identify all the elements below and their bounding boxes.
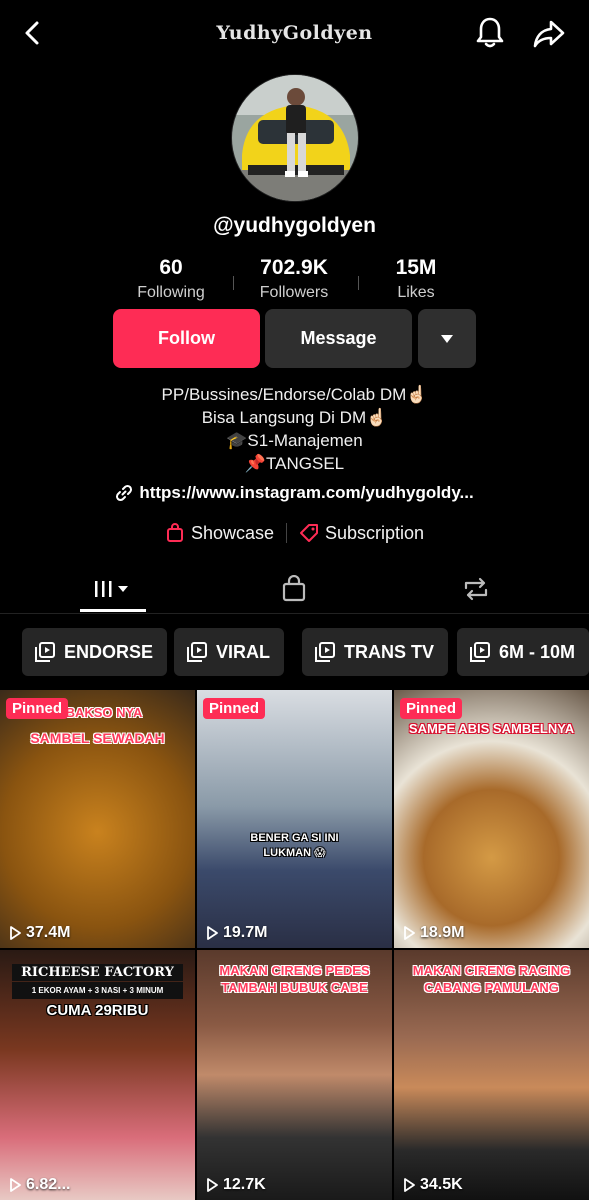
playlist-chips: ENDORSE VIRAL TRANS TV 6M - 10M	[0, 628, 589, 676]
caret-down-icon	[441, 334, 453, 343]
link-icon	[116, 484, 133, 502]
stat-value: 60	[159, 256, 183, 279]
play-outline-icon	[207, 1178, 218, 1192]
playlist-icon	[187, 642, 207, 662]
videos-grid-icon	[95, 581, 128, 597]
shopping-bag-icon	[166, 523, 183, 542]
stat-value: 15M	[395, 256, 437, 279]
video-thumbnail[interactable]: MAKAN CIRENG RACING CABANG PAMULANG 34.5…	[394, 950, 589, 1200]
pinned-badge: Pinned	[400, 698, 463, 719]
video-thumbnail[interactable]: RICHEESE FACTORY 1 EKOR AYAM + 3 NASI + …	[0, 950, 195, 1200]
play-outline-icon	[10, 926, 21, 940]
share-arrow-icon[interactable]	[532, 18, 566, 50]
subscription-label: Subscription	[325, 522, 425, 543]
playlist-icon	[35, 642, 55, 662]
more-dropdown-button[interactable]	[418, 309, 476, 368]
top-bar: YudhyGoldyen	[0, 0, 589, 70]
stat-label: Likes	[397, 284, 435, 301]
pinned-badge: Pinned	[6, 698, 69, 719]
video-thumbnail[interactable]: BENER GA SI INI LUKMAN 😱 Pinned 19.7M	[197, 690, 392, 948]
showcase-label: Showcase	[190, 522, 274, 543]
message-button[interactable]: Message	[265, 309, 412, 368]
view-count-label: 18.9M	[420, 924, 465, 941]
view-count: 12.7K	[205, 1176, 266, 1194]
view-count: 6.82...	[8, 1176, 70, 1194]
profile-link[interactable]: https://www.instagram.com/yudhygoldy...	[0, 483, 589, 503]
shopping-bag-icon	[282, 575, 306, 602]
bell-icon[interactable]	[474, 16, 506, 50]
view-count: 34.5K	[402, 1176, 463, 1194]
stat-likes[interactable]: 15M Likes	[346, 256, 486, 302]
profile-stats: 60 Following 702.9K Followers 15M Likes	[0, 256, 589, 306]
video-thumbnail[interactable]: SAMPE ABIS SAMBELNYA Pinned 18.9M	[394, 690, 589, 948]
play-outline-icon	[10, 1178, 21, 1192]
repost-icon	[464, 577, 488, 601]
video-caption: CABANG PAMULANG	[424, 980, 559, 995]
play-outline-icon	[404, 1178, 415, 1192]
video-thumbnail[interactable]: N BAKSO NYA SAMBEL SEWADAH Pinned 37.4M	[0, 690, 195, 948]
stat-label: Followers	[259, 284, 329, 301]
bio-line: 📌TANGSEL	[244, 454, 345, 473]
play-outline-icon	[207, 926, 218, 940]
video-grid: N BAKSO NYA SAMBEL SEWADAH Pinned 37.4M …	[0, 690, 589, 1200]
playlist-chip[interactable]: ENDORSE	[22, 628, 168, 676]
view-count-label: 37.4M	[26, 924, 71, 941]
video-caption: SAMBEL SEWADAH	[30, 730, 165, 746]
stat-following[interactable]: 60 Following	[101, 256, 241, 302]
video-thumbnail[interactable]: MAKAN CIRENG PEDES TAMBAH BUBUK CABE 12.…	[197, 950, 392, 1200]
playlist-chip[interactable]: 6M - 10M	[457, 628, 589, 676]
view-count-label: 34.5K	[420, 1176, 463, 1193]
avatar[interactable]	[231, 74, 359, 202]
video-caption: RICHEESE FACTORY	[12, 964, 183, 981]
playlist-label: VIRAL	[216, 641, 270, 662]
subscription-link[interactable]: Subscription	[299, 523, 424, 544]
view-count: 19.7M	[205, 924, 267, 942]
playlist-label: ENDORSE	[64, 641, 154, 662]
tab-showcase[interactable]	[234, 566, 354, 612]
view-count: 18.9M	[402, 924, 464, 942]
video-caption: TAMBAH BUBUK CABE	[221, 980, 368, 995]
playlist-icon	[315, 642, 335, 662]
playlist-chip[interactable]: VIRAL	[174, 628, 284, 676]
playlist-label: TRANS TV	[344, 641, 434, 662]
view-count: 37.4M	[8, 924, 70, 942]
playlist-chip[interactable]: TRANS TV	[302, 628, 448, 676]
pinned-badge: Pinned	[203, 698, 266, 719]
video-caption: MAKAN CIRENG RACING	[412, 963, 571, 978]
divider	[286, 523, 287, 543]
follow-button[interactable]: Follow	[113, 309, 260, 368]
link-text: https://www.instagram.com/yudhygoldy...	[139, 483, 474, 502]
stat-value: 702.9K	[260, 256, 328, 279]
view-count-label: 6.82...	[26, 1176, 71, 1193]
video-caption: SAMPE ABIS SAMBELNYA	[408, 721, 575, 736]
play-outline-icon	[404, 926, 415, 940]
video-caption: MAKAN CIRENG PEDES	[219, 963, 370, 978]
video-caption: LUKMAN 😱	[263, 847, 326, 859]
playlist-icon	[470, 642, 490, 662]
profile-bio: PP/Bussines/Endorse/Colab DM☝🏻 Bisa Lang…	[0, 383, 589, 475]
view-count-label: 12.7K	[223, 1176, 266, 1193]
profile-tabs	[0, 566, 589, 614]
profile-handle: @yudhygoldyen	[213, 214, 376, 237]
tab-videos[interactable]	[53, 566, 173, 612]
showcase-link[interactable]: Showcase	[165, 523, 274, 544]
video-caption: CUMA 29RIBU	[46, 1002, 149, 1019]
bio-line: Bisa Langsung Di DM☝🏻	[201, 408, 388, 427]
active-tab-indicator	[80, 609, 146, 612]
bio-line: PP/Bussines/Endorse/Colab DM☝🏻	[161, 385, 428, 404]
tab-reposts[interactable]	[416, 566, 536, 612]
stat-followers[interactable]: 702.9K Followers	[224, 256, 364, 302]
subscription-tag-icon	[300, 524, 318, 542]
video-caption: 1 EKOR AYAM + 3 NASI + 3 MINUM	[12, 982, 183, 999]
playlist-label: 6M - 10M	[499, 641, 576, 662]
view-count-label: 19.7M	[223, 924, 268, 941]
profile-shortcuts: Showcase Subscription	[0, 520, 589, 546]
stat-label: Following	[137, 284, 205, 301]
bio-line: 🎓S1-Manajemen	[226, 431, 363, 450]
